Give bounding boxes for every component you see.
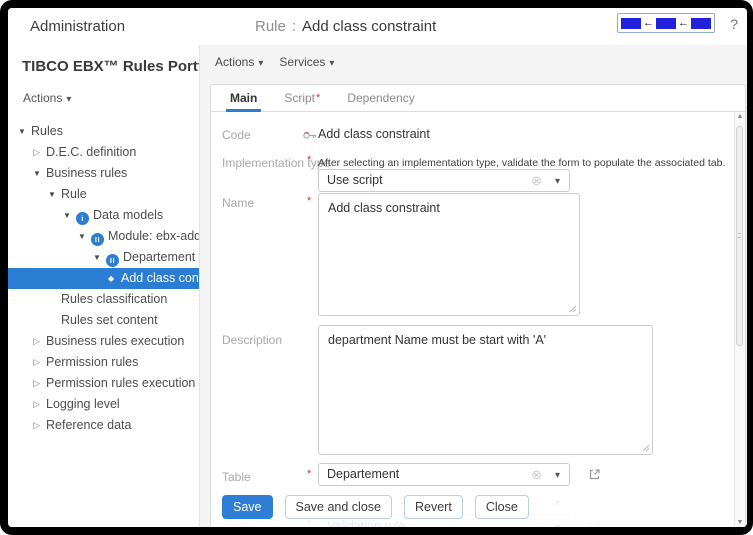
info-icon: i <box>76 212 89 225</box>
form-card: Main Script* Dependency Code Add class c… <box>210 84 746 527</box>
primary-key-icon <box>303 131 317 140</box>
tab-dependency[interactable]: Dependency <box>347 85 414 111</box>
chevron-down-icon[interactable] <box>63 205 76 226</box>
tree-item-business-rules-execution[interactable]: Business rules execution <box>8 331 199 352</box>
table-select[interactable]: Departement ⊗ ▾ <box>318 463 570 486</box>
left-arrow-icon: ← <box>678 18 689 29</box>
chevron-down-icon[interactable]: ▾ <box>555 175 560 188</box>
implementation-type-label: Implementation type <box>222 156 330 170</box>
scrollbar-thumb[interactable] <box>736 126 743 346</box>
table-icon: II <box>91 233 104 246</box>
sidebar-actions-menu[interactable]: Actions <box>8 75 199 105</box>
masked-block-icon <box>656 18 676 29</box>
chevron-right-icon[interactable] <box>33 331 46 352</box>
tree-item-rules-set-content[interactable]: Rules set content <box>8 310 199 331</box>
breadcrumb-separator: : <box>286 18 302 35</box>
tree-item-rules[interactable]: Rules <box>8 121 199 142</box>
tree-item-module[interactable]: IIModule: ebx-addon-tests, p <box>8 226 199 247</box>
help-button[interactable]: ? <box>730 16 738 32</box>
services-menu[interactable]: Services <box>279 55 334 69</box>
description-label: Description <box>222 333 282 347</box>
masked-block-icon <box>621 18 641 29</box>
left-arrow-icon: ← <box>643 18 654 29</box>
breadcrumb-section: Rule <box>255 18 286 35</box>
vertical-scrollbar[interactable]: ▲ ▼ <box>734 112 745 527</box>
chevron-down-icon[interactable] <box>18 121 31 142</box>
tree-item-permission-rules-execution[interactable]: Permission rules execution <box>8 373 199 394</box>
breadcrumb: Rule:Add class constraint <box>255 18 436 35</box>
form-toolbar: Actions Services <box>215 55 334 69</box>
implementation-type-select[interactable]: Use script ⊗ ▾ <box>318 169 570 192</box>
table-label: Table <box>222 470 251 484</box>
scrollbar-grip <box>738 233 741 238</box>
open-record-icon[interactable] <box>588 468 601 481</box>
required-marker: * <box>307 195 311 207</box>
chevron-right-icon[interactable] <box>33 394 46 415</box>
clear-icon[interactable]: ⊗ <box>531 468 542 481</box>
diamond-bullet-icon <box>108 268 121 289</box>
resize-grip-icon[interactable] <box>569 305 577 313</box>
tree-item-departement[interactable]: IIDepartement <box>8 247 199 268</box>
scroll-down-icon[interactable]: ▼ <box>735 519 745 526</box>
tree-item-rules-classification[interactable]: Rules classification <box>8 289 199 310</box>
chevron-right-icon[interactable] <box>33 352 46 373</box>
chevron-right-icon[interactable] <box>33 373 46 394</box>
required-marker: * <box>307 468 311 480</box>
action-button-bar: Save Save and close Revert Close <box>211 486 733 527</box>
name-textarea[interactable]: Add class constraint <box>318 193 580 316</box>
tab-script[interactable]: Script* <box>284 85 320 111</box>
tree-item-add-class-constraint[interactable]: Add class constraint <box>8 268 199 289</box>
chevron-down-icon[interactable] <box>48 184 61 205</box>
required-marker: * <box>307 154 311 166</box>
save-and-close-button[interactable]: Save and close <box>285 495 392 519</box>
chevron-right-icon[interactable] <box>33 142 46 163</box>
tree-item-permission-rules[interactable]: Permission rules <box>8 352 199 373</box>
unsaved-marker: * <box>316 92 320 104</box>
save-button[interactable]: Save <box>222 495 273 519</box>
window-frame: Administration Rule:Add class constraint… <box>0 0 753 535</box>
code-value: Add class constraint <box>318 127 430 141</box>
page-title: Add class constraint <box>302 18 436 35</box>
tree-item-business-rules[interactable]: Business rules <box>8 163 199 184</box>
tree-item-rule[interactable]: Rule <box>8 184 199 205</box>
tree-item-dec-definition[interactable]: D.E.C. definition <box>8 142 199 163</box>
clear-icon[interactable]: ⊗ <box>531 174 542 187</box>
description-textarea[interactable]: department Name must be start with 'A' <box>318 325 653 455</box>
chevron-down-icon[interactable] <box>78 226 91 247</box>
revert-button[interactable]: Revert <box>404 495 463 519</box>
tab-main[interactable]: Main <box>230 85 257 111</box>
masked-block-icon <box>691 18 711 29</box>
chevron-down-icon[interactable] <box>33 163 46 184</box>
chevron-right-icon[interactable] <box>33 415 46 436</box>
tree-item-reference-data[interactable]: Reference data <box>8 415 199 436</box>
scroll-up-icon[interactable]: ▲ <box>735 113 745 120</box>
top-bar: Administration Rule:Add class constraint… <box>8 8 747 45</box>
table-icon: II <box>106 254 119 267</box>
main-panel: Actions Services Main Script* Dependency… <box>200 45 747 527</box>
form-content: Code Add class constraint Implementation… <box>211 112 745 527</box>
actions-menu[interactable]: Actions <box>215 55 263 69</box>
actions-menu-label: Actions <box>23 91 71 105</box>
navigation-tree: Rules D.E.C. definition Business rules R… <box>8 121 199 436</box>
sidebar: TIBCO EBX™ Rules Portfolio Actions Rules… <box>8 45 200 527</box>
tree-item-logging-level[interactable]: Logging level <box>8 394 199 415</box>
app-title: Administration <box>30 18 125 35</box>
tab-bar: Main Script* Dependency <box>211 85 745 112</box>
code-label: Code <box>222 128 251 142</box>
sidebar-title: TIBCO EBX™ Rules Portfolio <box>8 45 199 75</box>
close-button[interactable]: Close <box>475 495 529 519</box>
chevron-down-icon[interactable]: ▾ <box>555 469 560 482</box>
name-label: Name <box>222 196 254 210</box>
resize-grip-icon[interactable] <box>642 444 650 452</box>
chevron-down-icon[interactable] <box>93 247 106 268</box>
implementation-type-helper: After selecting an implementation type, … <box>318 157 725 169</box>
tree-item-data-models[interactable]: iData models <box>8 205 199 226</box>
app-window: Administration Rule:Add class constraint… <box>8 8 747 527</box>
masked-nav-widget[interactable]: ← ← <box>617 13 715 33</box>
